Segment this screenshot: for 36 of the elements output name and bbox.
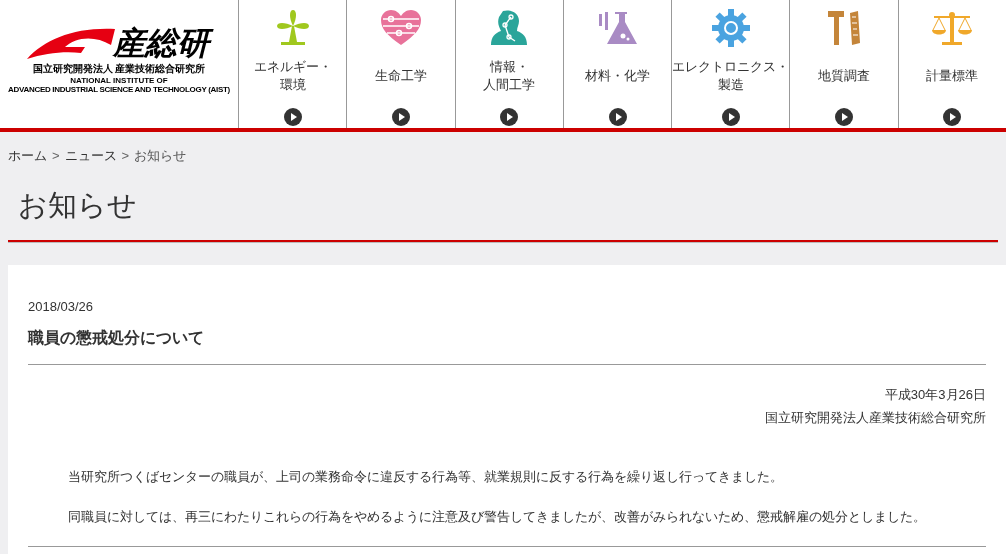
category-link[interactable]: 材料・化学 [563,0,672,128]
person-network-icon [491,9,528,47]
play-icon [283,108,302,126]
page-title: お知らせ [18,190,138,220]
flask-icon [596,10,639,46]
breadcrumb-current: お知らせ [134,147,187,165]
article-title: 職員の懲戒処分について [28,326,986,365]
logo-wordmark: 産総研 [113,24,213,62]
hammer-ruler-icon [825,9,862,47]
breadcrumb-link[interactable]: ホーム [8,146,47,166]
breadcrumb-link[interactable]: ニュース [64,146,117,166]
play-icon [943,108,962,126]
breadcrumb-separator: > [52,147,60,165]
play-icon [608,108,627,126]
play-icon [834,108,853,126]
logo-subtitle: ADVANCED INDUSTRIAL SCIENCE AND TECHNOLOGY (AIST) [8,86,230,94]
article-date: 2018/03/26 [28,297,95,316]
category-link[interactable]: 計量標準 [897,0,1006,128]
scale-icon [930,10,975,46]
play-icon [721,108,740,126]
article-paragraph: 同職員に対しては、再三にわたりこれらの行為をやめるように注意及び警告してきましたが、改善がみられないため、懲戒解雇の処分としました。 [68,507,927,526]
logo-subtitle: 国立研究開発法人 産業技術総合研究所 [32,64,206,74]
issuer-name: 国立研究開発法人産業技術総合研究所 [764,408,986,427]
category-link[interactable]: 地質調査 [789,0,898,128]
gear-icon [710,8,751,48]
category-link[interactable]: 情報・ 人間工学 [454,0,563,128]
category-link[interactable]: エネルギー・ 環境 [238,0,347,128]
logo-subtitle: NATIONAL INSTITUTE OF [70,77,168,85]
article-paragraph: 当研究所つくばセンターの職員が、上司の業務命令に違反する行為等、就業規則に反する行為を繰り返し行ってきました。 [68,468,784,486]
play-icon [392,108,410,126]
breadcrumb-separator: > [121,147,130,165]
category-link[interactable]: 生命工学 [346,0,455,128]
heart-icon [379,9,423,47]
issued-date: 平成30年3月26日 [883,386,986,404]
category-link[interactable]: エレクトロニクス・ 製造 [671,0,790,128]
play-icon [500,108,519,126]
